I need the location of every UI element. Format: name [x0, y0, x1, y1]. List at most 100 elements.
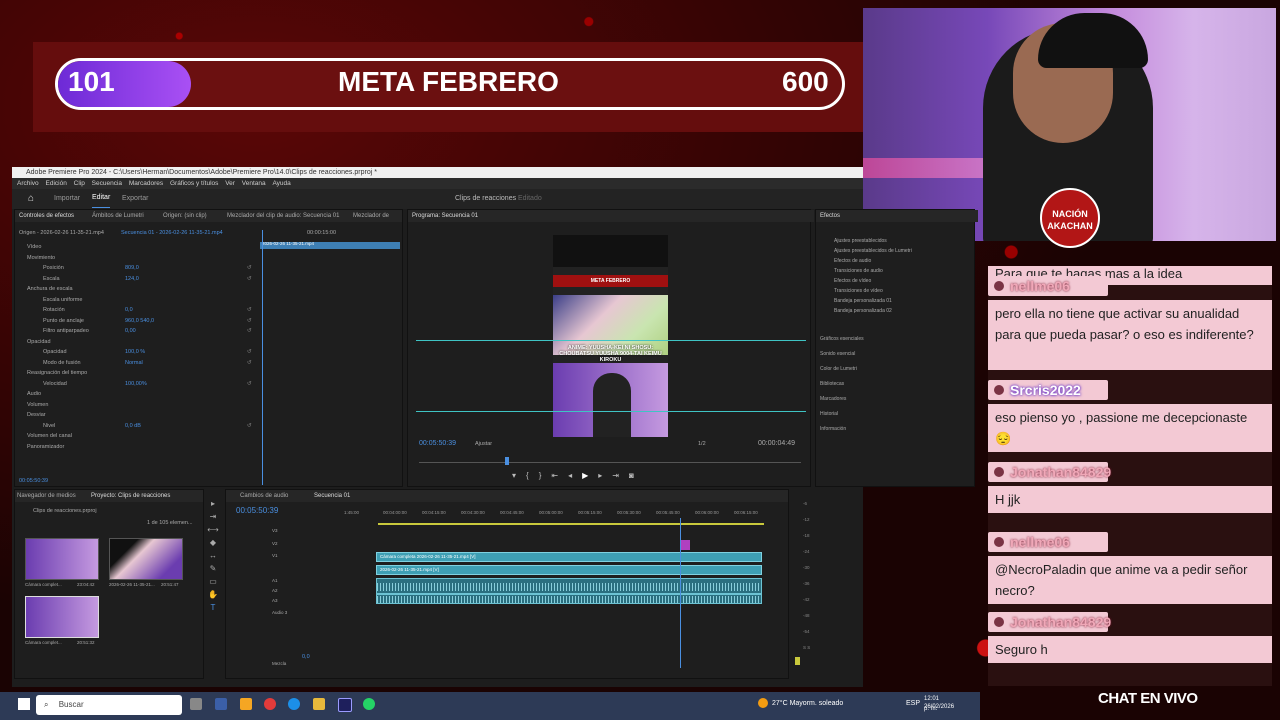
- chat-username[interactable]: nellme06: [988, 532, 1108, 552]
- track-label[interactable]: A1: [272, 578, 278, 583]
- reset-icon[interactable]: ↺: [247, 423, 252, 429]
- ec-row-value[interactable]: Normal: [125, 360, 143, 366]
- reset-icon[interactable]: ↺: [247, 349, 252, 355]
- ec-row[interactable]: Nivel 0,0 dB ↺: [21, 423, 256, 433]
- language-indicator[interactable]: ESP: [906, 699, 920, 709]
- effects-section[interactable]: Bibliotecas: [820, 381, 844, 387]
- step-back-icon[interactable]: ◂: [568, 471, 582, 480]
- reset-icon[interactable]: ↺: [247, 276, 252, 282]
- track-select-icon[interactable]: ⇥: [206, 510, 220, 523]
- selection-tool-icon[interactable]: ▸: [206, 497, 220, 510]
- program-video-frame[interactable]: META FEBRERO ANIME: YUUSHA-KEI NI SHOSU:…: [553, 235, 668, 437]
- out-point-icon[interactable]: }: [539, 471, 552, 480]
- chat-username[interactable]: Jonathan84829: [988, 462, 1111, 482]
- effects-folder[interactable]: Efectos de audio: [834, 258, 871, 264]
- effects-folder[interactable]: Bandeja personalizada 01: [834, 298, 892, 304]
- menu-archivo[interactable]: Archivo: [17, 180, 39, 187]
- effects-section[interactable]: Gráficos esenciales: [820, 336, 864, 342]
- rectangle-icon[interactable]: ▭: [206, 575, 220, 588]
- chat-username[interactable]: nellme06: [988, 276, 1108, 296]
- menu-ventana[interactable]: Ventana: [242, 180, 266, 187]
- ec-row[interactable]: Opacidad 100,0 % ↺: [21, 349, 256, 359]
- hand-icon[interactable]: ✋: [206, 588, 220, 601]
- reset-icon[interactable]: ↺: [247, 360, 252, 366]
- chat-username[interactable]: Jonathan84829: [988, 612, 1111, 632]
- ec-row-value[interactable]: 809,0: [125, 265, 139, 271]
- reset-icon[interactable]: ↺: [247, 328, 252, 334]
- ec-row-value[interactable]: 0,0: [125, 307, 133, 313]
- tab-importar[interactable]: Importar: [54, 189, 80, 209]
- fit-dropdown[interactable]: Ajustar: [475, 441, 492, 447]
- tab-sequence-01[interactable]: Secuencia 01: [314, 490, 350, 502]
- ec-row[interactable]: Volumen del canal: [21, 433, 256, 443]
- track-label[interactable]: Mezcla: [272, 661, 286, 666]
- slip-icon[interactable]: ↔: [206, 549, 220, 562]
- type-tool-icon[interactable]: T: [206, 601, 220, 614]
- ec-sequence[interactable]: Secuencia 01 - 2026-02-26 11-35-21.mp4: [121, 230, 223, 236]
- ec-row[interactable]: Reasignación del tiempo: [21, 370, 256, 380]
- menu-clip[interactable]: Clip: [74, 180, 85, 187]
- tab-editar[interactable]: Editar: [92, 189, 111, 208]
- task-view-icon[interactable]: [190, 698, 202, 710]
- ec-row[interactable]: Punto de anclaje 960,0 540,0 ↺: [21, 318, 256, 328]
- program-playhead[interactable]: [505, 457, 509, 465]
- track-label[interactable]: Audio 3: [272, 610, 287, 615]
- tab-audio-changes[interactable]: Cambios de audio: [240, 490, 288, 502]
- menu-marcadores[interactable]: Marcadores: [129, 180, 163, 187]
- ec-row[interactable]: Velocidad 100,00% ↺: [21, 381, 256, 391]
- ec-row[interactable]: Panoramizador: [21, 444, 256, 454]
- tab-mixer[interactable]: Mezclador de: [353, 210, 389, 222]
- premiere-pro-icon[interactable]: [338, 698, 352, 712]
- reset-icon[interactable]: ↺: [247, 381, 252, 387]
- track-label[interactable]: A3: [272, 598, 278, 603]
- edge-icon[interactable]: [288, 698, 300, 710]
- effects-folder[interactable]: Efectos de vídeo: [834, 278, 871, 284]
- clip-v1[interactable]: 2026-02-26 11-35-21.mp4 [V]: [376, 565, 762, 575]
- effects-folder[interactable]: Transiciones de vídeo: [834, 288, 883, 294]
- resolution-dropdown[interactable]: 1/2: [698, 441, 706, 447]
- ec-row[interactable]: Filtro antiparpadeo 0,00 ↺: [21, 328, 256, 338]
- in-point-icon[interactable]: {: [526, 471, 539, 480]
- effects-section[interactable]: Marcadores: [820, 396, 846, 402]
- ec-playhead[interactable]: [262, 230, 263, 485]
- effects-section[interactable]: Sonido esencial: [820, 351, 855, 357]
- tab-lumetri-scopes[interactable]: Ámbitos de Lumetri: [92, 210, 144, 222]
- effects-section[interactable]: Color de Lumetri: [820, 366, 857, 372]
- project-thumb-1[interactable]: [25, 538, 99, 580]
- step-forward-icon[interactable]: ▸: [598, 471, 612, 480]
- app-icon-1[interactable]: [215, 698, 227, 710]
- graphic-clip-v3[interactable]: [680, 540, 690, 550]
- go-to-out-icon[interactable]: ⇥: [612, 471, 629, 480]
- reset-icon[interactable]: ↺: [247, 265, 252, 271]
- ec-row[interactable]: Audio: [21, 391, 256, 401]
- ec-row[interactable]: Anchura de escala: [21, 286, 256, 296]
- tab-media-browser[interactable]: Navegador de medios: [17, 490, 76, 502]
- export-frame-icon[interactable]: ◙: [629, 471, 644, 480]
- effects-folder[interactable]: Ajustes preestablecidos de Lumetri: [834, 248, 912, 254]
- project-thumb-3[interactable]: [25, 596, 99, 638]
- ripple-edit-icon[interactable]: ⟷: [206, 523, 220, 536]
- ec-row[interactable]: Opacidad: [21, 339, 256, 349]
- home-icon[interactable]: ⌂: [28, 189, 34, 209]
- windows-start-icon[interactable]: [18, 698, 30, 710]
- ec-row-value[interactable]: 100,00%: [125, 381, 147, 387]
- razor-icon[interactable]: ◆: [206, 536, 220, 549]
- weather-text[interactable]: 27°C Mayorm. soleado: [772, 699, 843, 709]
- effects-section[interactable]: Información: [820, 426, 846, 432]
- ec-row[interactable]: Posición 809,0 ↺: [21, 265, 256, 275]
- menu-ver[interactable]: Ver: [225, 180, 235, 187]
- go-to-in-icon[interactable]: ⇤: [551, 471, 568, 480]
- app-icon-2[interactable]: [240, 698, 252, 710]
- clock-date[interactable]: 26/02/2026: [924, 702, 954, 712]
- ec-row[interactable]: Desviar: [21, 412, 256, 422]
- effects-section[interactable]: Historial: [820, 411, 838, 417]
- ec-row-value[interactable]: 960,0 540,0: [125, 318, 154, 324]
- clip-v2[interactable]: Cámara completa 2026-02-26 11-35-21.mp4 …: [376, 552, 762, 562]
- effects-folder[interactable]: Bandeja personalizada 02: [834, 308, 892, 314]
- effects-folder[interactable]: Transiciones de audio: [834, 268, 883, 274]
- tab-audio-clip-mixer[interactable]: Mezclador del clip de audio: Secuencia 0…: [227, 210, 339, 222]
- track-label[interactable]: V3: [272, 528, 278, 533]
- play-icon[interactable]: ▶: [582, 471, 598, 480]
- reset-icon[interactable]: ↺: [247, 307, 252, 313]
- ec-row[interactable]: Escala 124,0 ↺: [21, 276, 256, 286]
